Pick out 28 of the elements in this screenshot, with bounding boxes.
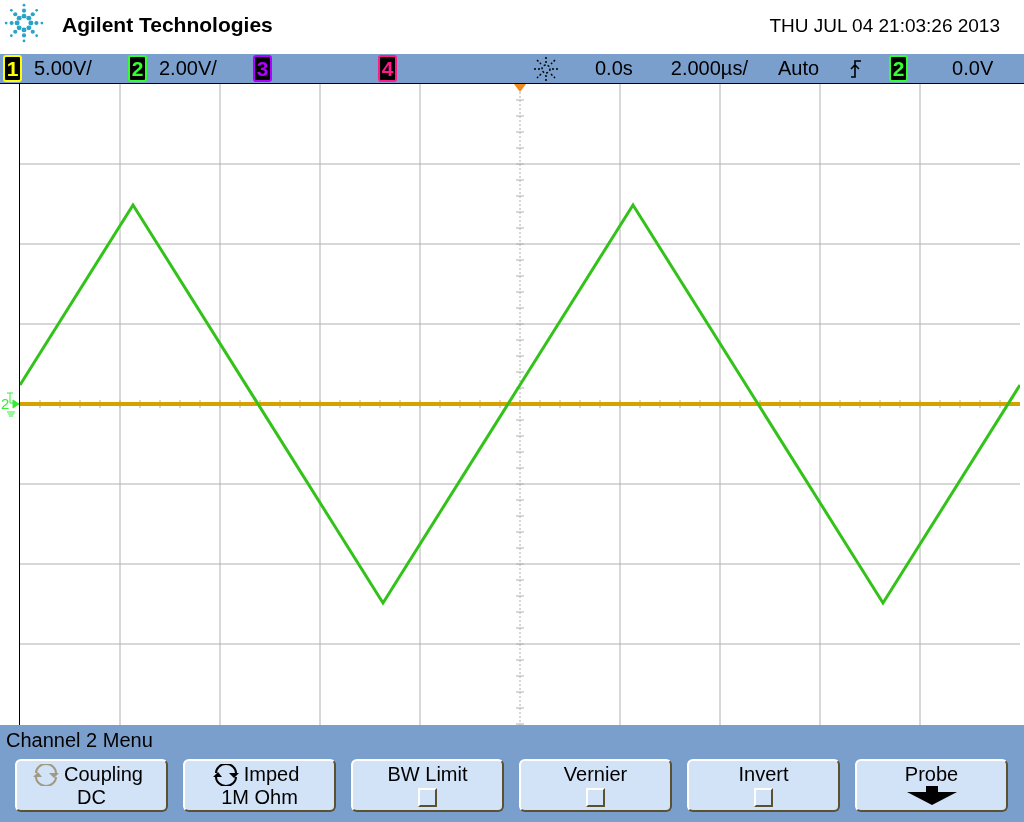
brand-name: Agilent Technologies	[62, 13, 273, 37]
delay: 0.0s	[595, 57, 633, 80]
checkbox[interactable]	[418, 788, 437, 807]
softkey-button[interactable]: Imped 1M Ohm	[183, 759, 336, 812]
softkey-button[interactable]: Probe	[855, 759, 1008, 812]
trigger-level: 0.0V	[952, 57, 994, 80]
rising-edge-icon	[849, 58, 864, 79]
checkbox[interactable]	[586, 788, 605, 807]
softkey-button[interactable]: Coupling DC	[15, 759, 168, 812]
volts-per-division: 2.00V/	[159, 57, 217, 80]
softkey-button[interactable]: Vernier	[519, 759, 672, 812]
channel-badge: 3	[253, 55, 272, 82]
cycle-arrows-icon	[211, 763, 240, 786]
trigger-mode: Auto	[777, 57, 820, 80]
trigger-source-badge: 2	[889, 55, 909, 82]
softkey-button[interactable]: BW Limit	[351, 759, 504, 812]
checkbox[interactable]	[754, 788, 773, 807]
menu-title: Channel 2 Menu	[6, 729, 154, 753]
channel-badge: 2	[128, 55, 147, 82]
channel-badge: 1	[3, 55, 22, 82]
channel-badge: 4	[378, 55, 397, 82]
starburst-logo-icon	[2, 1, 46, 45]
date-time: THU JUL 04 21:03:26 2013	[769, 15, 1000, 37]
down-arrow-icon	[906, 786, 957, 805]
softkey-button[interactable]: Invert	[687, 759, 840, 812]
volts-per-division: 5.00V/	[34, 57, 92, 80]
cycle-arrows-icon	[32, 763, 60, 786]
time-per-division: 2.000µs/	[670, 57, 748, 80]
